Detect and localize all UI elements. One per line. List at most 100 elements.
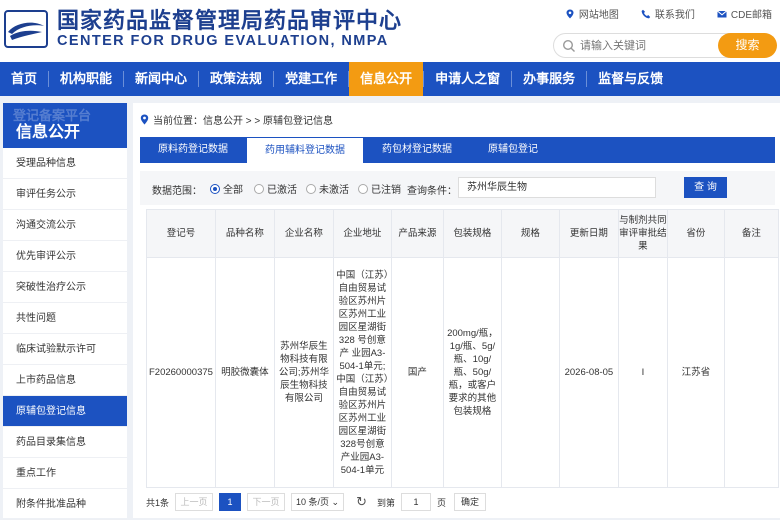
refresh-icon[interactable]: ↻ (356, 494, 367, 510)
scope-option-inactive[interactable]: 未激活 (306, 181, 349, 196)
page-suffix: 页 (437, 497, 447, 508)
cde-mail-label: CDE邮箱 (730, 10, 772, 21)
nav-item-supervision[interactable]: 监督与反馈 (587, 62, 674, 96)
registration-table: 登记号 品种名称 企业名称 企业地址 产品来源 包装规格 规格 更新日期 与制剂共同审评审批结果… (146, 209, 779, 488)
page-number-current[interactable]: 1 (219, 493, 242, 511)
radio-selected-icon (210, 183, 220, 194)
map-pin-icon (566, 9, 574, 18)
query-button[interactable]: 查 询 (684, 177, 727, 198)
sidebar-item[interactable]: 共性问题 (3, 303, 127, 334)
data-tabs: 原料药登记数据 药用辅料登记数据 药包材登记数据 原辅包登记 (140, 137, 775, 163)
condition-label: 查询条件： (407, 186, 457, 197)
table-row: F20260000375 明胶微囊体 苏州华辰生物科技有限公司;苏州华辰生物科技有限… (146, 257, 779, 488)
nav-item-functions[interactable]: 机构职能 (49, 62, 123, 96)
sidebar-item[interactable]: 优先审评公示 (3, 241, 127, 272)
sidebar-item[interactable]: 审评任务公示 (3, 179, 127, 210)
table-header-row: 登记号 品种名称 企业名称 企业地址 产品来源 包装规格 规格 更新日期 与制剂共同审评审批结果… (146, 209, 779, 258)
scope-label: 数据范围： (152, 186, 202, 197)
prev-page-button[interactable]: 上一页 (175, 493, 214, 511)
table-cell: 200mg/瓶，1g/瓶、5g/瓶、10g/瓶、50g/瓶，或客户要求的其他包装… (442, 257, 502, 488)
sidebar-item[interactable]: 原辅包登记信息 (3, 396, 127, 427)
sidebar-item[interactable]: 上市药品信息 (3, 365, 127, 396)
table-cell: F20260000375 (146, 257, 216, 488)
sidebar-item[interactable]: 沟通交流公示 (3, 210, 127, 241)
column-header: 与制剂共同审评审批结果 (617, 209, 668, 258)
column-header: 企业名称 (273, 209, 334, 258)
nav-item-policy[interactable]: 政策法规 (199, 62, 273, 96)
tab-item[interactable]: 药包材登记数据 (364, 137, 470, 163)
sidebar-item[interactable]: 突破性治疗公示 (3, 272, 127, 303)
scope-option-label: 已注销 (371, 185, 401, 196)
column-header: 登记号 (146, 209, 216, 258)
nav-item-news[interactable]: 新闻中心 (124, 62, 198, 96)
contact-link[interactable]: 联系我们 (641, 6, 695, 21)
nav-item-party[interactable]: 党建工作 (274, 62, 348, 96)
sitemap-link[interactable]: 网站地图 (565, 6, 619, 21)
main-nav: 首页 机构职能 新闻中心 政策法规 党建工作 信息公开 申请人之窗 办事服务 监督与反馈 (0, 62, 780, 96)
nav-item-services[interactable]: 办事服务 (512, 62, 586, 96)
sidebar: 登记备案平台 信息公开 受理品种信息 审评任务公示 沟通交流公示 优先审评公示 突破性治… (3, 103, 127, 520)
sidebar-item[interactable]: 受理品种信息 (3, 148, 127, 179)
sidebar-item[interactable]: 附条件批准品种 (3, 489, 127, 520)
radio-icon (306, 183, 316, 194)
sidebar-list: 受理品种信息 审评任务公示 沟通交流公示 优先审评公示 突破性治疗公示 共性问题 临床试验默… (3, 148, 127, 520)
goto-page-input[interactable]: 1 (401, 493, 432, 511)
total-count: 共1条 (146, 497, 170, 508)
table-cell: 2026-08-05 (558, 257, 619, 488)
cde-mail-link[interactable]: CDE邮箱 (717, 6, 772, 21)
nav-item-info-public[interactable]: 信息公开 (349, 62, 424, 96)
cde-logo-icon[interactable] (4, 10, 48, 48)
sidebar-title: 信息公开 (16, 124, 81, 141)
site-search-button[interactable]: 搜索 (718, 33, 777, 58)
scope-option-cancelled[interactable]: 已注销 (358, 181, 401, 196)
sidebar-header: 登记备案平台 信息公开 (3, 103, 127, 148)
goto-label: 到第 (377, 497, 396, 508)
table-cell: I (617, 257, 668, 488)
pagination: 共1条 上一页 1 下一页 10 条/页 ⌄ ↻ 到第 1 页 确定 (146, 492, 487, 512)
sidebar-item[interactable]: 重点工作 (3, 458, 127, 489)
site-search-input[interactable] (580, 37, 710, 55)
sidebar-item[interactable]: 临床试验默示许可 (3, 334, 127, 365)
breadcrumb: 当前位置：信息公开 > > 原辅包登记信息 (140, 112, 333, 127)
radio-icon (358, 183, 368, 194)
column-header: 省份 (666, 209, 725, 258)
column-header: 包装规格 (442, 209, 502, 258)
scope-option-all[interactable]: 全部 (210, 181, 243, 196)
table-cell: 国产 (390, 257, 444, 488)
tab-item[interactable]: 药用辅料登记数据 (246, 137, 364, 163)
nav-item-applicant[interactable]: 申请人之窗 (424, 62, 511, 96)
search-icon (562, 39, 575, 52)
phone-icon (641, 9, 651, 18)
scope-option-label: 已激活 (267, 185, 297, 196)
scope-option-activated[interactable]: 已激活 (254, 181, 297, 196)
goto-confirm-button[interactable]: 确定 (454, 493, 487, 511)
table-cell: 明胶微囊体 (214, 257, 275, 488)
page-size-value: 10 条/页 (296, 497, 330, 507)
main-content: 当前位置：信息公开 > > 原辅包登记信息 原料药登记数据 药用辅料登记数据 药包材… (133, 103, 780, 518)
chevron-down-icon: ⌄ (331, 497, 340, 507)
column-header: 产品来源 (390, 209, 444, 258)
table-cell: 江苏省 (666, 257, 725, 488)
scope-option-label: 未激活 (319, 185, 349, 196)
site-title-en: CENTER FOR DRUG EVALUATION, NMPA (57, 33, 389, 49)
mail-icon (717, 10, 727, 17)
condition-input[interactable]: 苏州华辰生物 (458, 177, 656, 198)
table-cell (500, 257, 560, 488)
page-size-select[interactable]: 10 条/页 ⌄ (291, 493, 345, 511)
next-page-button[interactable]: 下一页 (247, 493, 286, 511)
nav-item-home[interactable]: 首页 (0, 62, 48, 96)
column-header: 规格 (500, 209, 560, 258)
table-cell: 苏州华辰生物科技有限公司;苏州华辰生物科技有限公司 (273, 257, 334, 488)
tab-item[interactable]: 原辅包登记 (470, 137, 556, 163)
tab-item[interactable]: 原料药登记数据 (140, 137, 246, 163)
breadcrumb-text: 当前位置：信息公开 > > 原辅包登记信息 (153, 116, 334, 127)
sidebar-item[interactable]: 药品目录集信息 (3, 427, 127, 458)
column-header: 品种名称 (214, 209, 275, 258)
scope-option-label: 全部 (223, 185, 243, 196)
site-header: 国家药品监督管理局药品审评中心 CENTER FOR DRUG EVALUATI… (0, 0, 780, 62)
location-pin-icon (140, 114, 149, 125)
top-links: 网站地图 联系我们 CDE邮箱 (565, 6, 772, 21)
table-cell: 中国（江苏）自由贸易试验区苏州片区苏州工业园区星湖街 328 号创意产 业园A3… (332, 257, 392, 488)
table-body: F20260000375 明胶微囊体 苏州华辰生物科技有限公司;苏州华辰生物科技有限… (146, 257, 779, 488)
table-cell (723, 257, 779, 488)
